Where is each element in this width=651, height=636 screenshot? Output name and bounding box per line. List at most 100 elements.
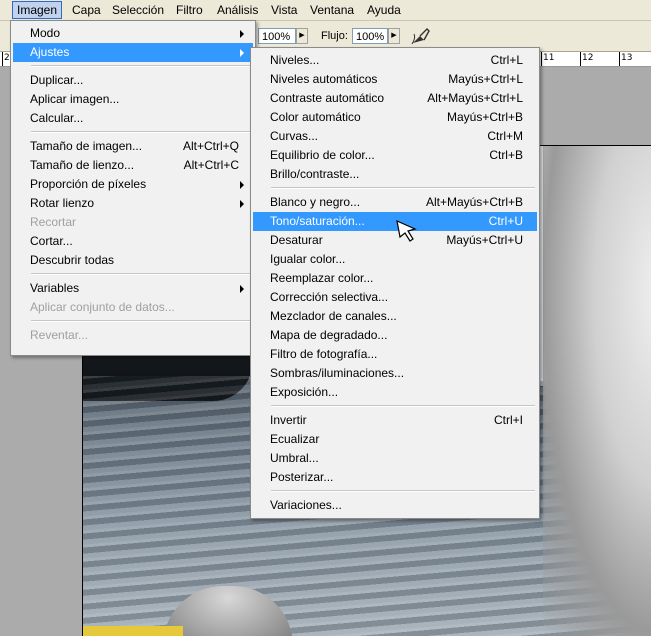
- menu-vista[interactable]: Vista: [267, 2, 301, 18]
- menu-item-tamano-de-lienzo[interactable]: Tamaño de lienzo... Alt+Ctrl+C: [13, 156, 253, 175]
- submenu-arrow-icon: [240, 285, 244, 293]
- menu-item-variables[interactable]: Variables: [13, 279, 253, 298]
- menu-item-reventar: Reventar...: [13, 326, 253, 345]
- menu-item-posterizar[interactable]: Posterizar...: [253, 468, 537, 487]
- menu-item-label: Contraste automático: [270, 91, 385, 105]
- submenu-arrow-icon: [240, 181, 244, 189]
- menu-item-shortcut: Ctrl+U: [488, 214, 523, 228]
- menu-item-desaturar[interactable]: Desaturar Mayús+Ctrl+U: [253, 231, 537, 250]
- menu-item-ajustes[interactable]: Ajustes: [13, 43, 253, 62]
- menu-item-label: Exposición...: [270, 385, 339, 399]
- menu-item-label: Tamaño de imagen...: [30, 139, 143, 153]
- menu-item-shortcut: Mayús+Ctrl+L: [448, 72, 523, 86]
- menu-ventana[interactable]: Ventana: [306, 2, 358, 18]
- menu-separator: [271, 405, 535, 407]
- submenu-arrow-icon: [240, 49, 244, 57]
- menu-item-shortcut: Ctrl+L: [490, 53, 523, 67]
- menu-item-label: Posterizar...: [270, 470, 334, 484]
- menu-item-modo[interactable]: Modo: [13, 24, 253, 43]
- ruler-label: 2: [4, 53, 10, 63]
- menu-item-tono-saturacion[interactable]: Tono/saturación... Ctrl+U: [253, 212, 537, 231]
- menu-item-label: Recortar: [30, 215, 77, 229]
- airbrush-icon[interactable]: [410, 26, 432, 46]
- menu-item-label: Niveles...: [270, 53, 320, 67]
- menu-item-ecualizar[interactable]: Ecualizar: [253, 430, 537, 449]
- menu-item-shortcut: Mayús+Ctrl+B: [446, 110, 523, 124]
- opacity-field[interactable]: 100%: [258, 28, 296, 44]
- menu-item-label: Rotar lienzo: [30, 196, 95, 210]
- menu-item-label: Sombras/iluminaciones...: [270, 366, 405, 380]
- menu-item-label: Duplicar...: [30, 73, 84, 87]
- menu-item-aplicar-conjunto-de-datos: Aplicar conjunto de datos...: [13, 298, 253, 317]
- menu-item-aplicar-imagen[interactable]: Aplicar imagen...: [13, 90, 253, 109]
- menu-item-contraste-automatico[interactable]: Contraste automático Alt+Mayús+Ctrl+L: [253, 89, 537, 108]
- menu-item-shortcut: Alt+Ctrl+C: [183, 158, 239, 172]
- menu-imagen[interactable]: Imagen: [12, 1, 63, 19]
- menu-item-label: Umbral...: [270, 451, 319, 465]
- menu-item-label: Reventar...: [30, 328, 89, 342]
- menu-item-blanco-y-negro[interactable]: Blanco y negro... Alt+Mayús+Ctrl+B: [253, 193, 537, 212]
- menu-item-label: Curvas...: [270, 129, 319, 143]
- menu-item-niveles-automaticos[interactable]: Niveles automáticos Mayús+Ctrl+L: [253, 70, 537, 89]
- ajustes-submenu: Niveles... Ctrl+L Niveles automáticos Mayús…: [250, 47, 540, 519]
- menu-ayuda[interactable]: Ayuda: [363, 2, 405, 18]
- ruler-label: 11: [543, 53, 555, 63]
- photo-portrait: [543, 146, 651, 636]
- menu-item-label: Ajustes: [30, 45, 70, 59]
- menu-item-duplicar[interactable]: Duplicar...: [13, 71, 253, 90]
- menu-item-exposicion[interactable]: Exposición...: [253, 383, 537, 402]
- menu-filtro[interactable]: Filtro: [172, 2, 207, 18]
- ruler-label: 12: [582, 53, 594, 63]
- menu-item-label: Mapa de degradado...: [270, 328, 388, 342]
- menu-capa[interactable]: Capa: [68, 2, 105, 18]
- menu-item-shortcut: Alt+Mayús+Ctrl+B: [425, 195, 523, 209]
- menu-item-curvas[interactable]: Curvas... Ctrl+M: [253, 127, 537, 146]
- menu-item-rotar-lienzo[interactable]: Rotar lienzo: [13, 194, 253, 213]
- menu-item-mezclador-de-canales[interactable]: Mezclador de canales...: [253, 307, 537, 326]
- menu-item-label: Proporción de píxeles: [30, 177, 147, 191]
- menu-item-label: Variables: [30, 281, 80, 295]
- menu-item-label: Blanco y negro...: [270, 195, 361, 209]
- flow-arrow-icon[interactable]: ▶: [388, 28, 400, 44]
- menu-seleccion[interactable]: Selección: [108, 2, 168, 18]
- menu-item-label: Tono/saturación...: [270, 214, 365, 228]
- flow-field[interactable]: 100%: [352, 28, 388, 44]
- menu-item-color-automatico[interactable]: Color automático Mayús+Ctrl+B: [253, 108, 537, 127]
- menu-item-label: Modo: [30, 26, 61, 40]
- menu-item-correccion-selectiva[interactable]: Corrección selectiva...: [253, 288, 537, 307]
- menu-analisis[interactable]: Análisis: [213, 2, 262, 18]
- menu-item-reemplazar-color[interactable]: Reemplazar color...: [253, 269, 537, 288]
- menu-item-sombras-iluminaciones[interactable]: Sombras/iluminaciones...: [253, 364, 537, 383]
- menu-item-proporcion-de-pixeles[interactable]: Proporción de píxeles: [13, 175, 253, 194]
- menu-item-label: Niveles automáticos: [270, 72, 378, 86]
- menu-item-label: Brillo/contraste...: [270, 167, 360, 181]
- menu-item-label: Cortar...: [30, 234, 73, 248]
- menu-item-cortar[interactable]: Cortar...: [13, 232, 253, 251]
- menu-item-label: Mezclador de canales...: [270, 309, 397, 323]
- menu-item-umbral[interactable]: Umbral...: [253, 449, 537, 468]
- menu-item-descubrir-todas[interactable]: Descubrir todas: [13, 251, 253, 270]
- menu-item-label: Ecualizar: [270, 432, 320, 446]
- menu-item-label: Corrección selectiva...: [270, 290, 389, 304]
- menu-item-calcular[interactable]: Calcular...: [13, 109, 253, 128]
- menu-item-niveles[interactable]: Niveles... Ctrl+L: [253, 51, 537, 70]
- menu-item-mapa-de-degradado[interactable]: Mapa de degradado...: [253, 326, 537, 345]
- menu-item-igualar-color[interactable]: Igualar color...: [253, 250, 537, 269]
- menu-item-equilibrio-de-color[interactable]: Equilibrio de color... Ctrl+B: [253, 146, 537, 165]
- menu-item-variaciones[interactable]: Variaciones...: [253, 496, 537, 515]
- menu-bar: Imagen Capa Selección Filtro Análisis Vi…: [0, 0, 651, 21]
- opacity-arrow-icon[interactable]: ▶: [296, 28, 308, 44]
- menu-item-label: Desaturar: [270, 233, 323, 247]
- menu-separator: [31, 320, 251, 322]
- menu-item-invertir[interactable]: Invertir Ctrl+I: [253, 411, 537, 430]
- flow-label: Flujo:: [321, 30, 348, 42]
- menu-item-brillo-contraste[interactable]: Brillo/contraste...: [253, 165, 537, 184]
- menu-item-filtro-de-fotografia[interactable]: Filtro de fotografía...: [253, 345, 537, 364]
- menu-item-recortar: Recortar: [13, 213, 253, 232]
- menu-separator: [31, 131, 251, 133]
- menu-item-shortcut: Ctrl+I: [493, 413, 523, 427]
- submenu-arrow-icon: [240, 30, 244, 38]
- menu-item-label: Reemplazar color...: [270, 271, 374, 285]
- menu-item-tamano-de-imagen[interactable]: Tamaño de imagen... Alt+Ctrl+Q: [13, 137, 253, 156]
- menu-item-label: Igualar color...: [270, 252, 346, 266]
